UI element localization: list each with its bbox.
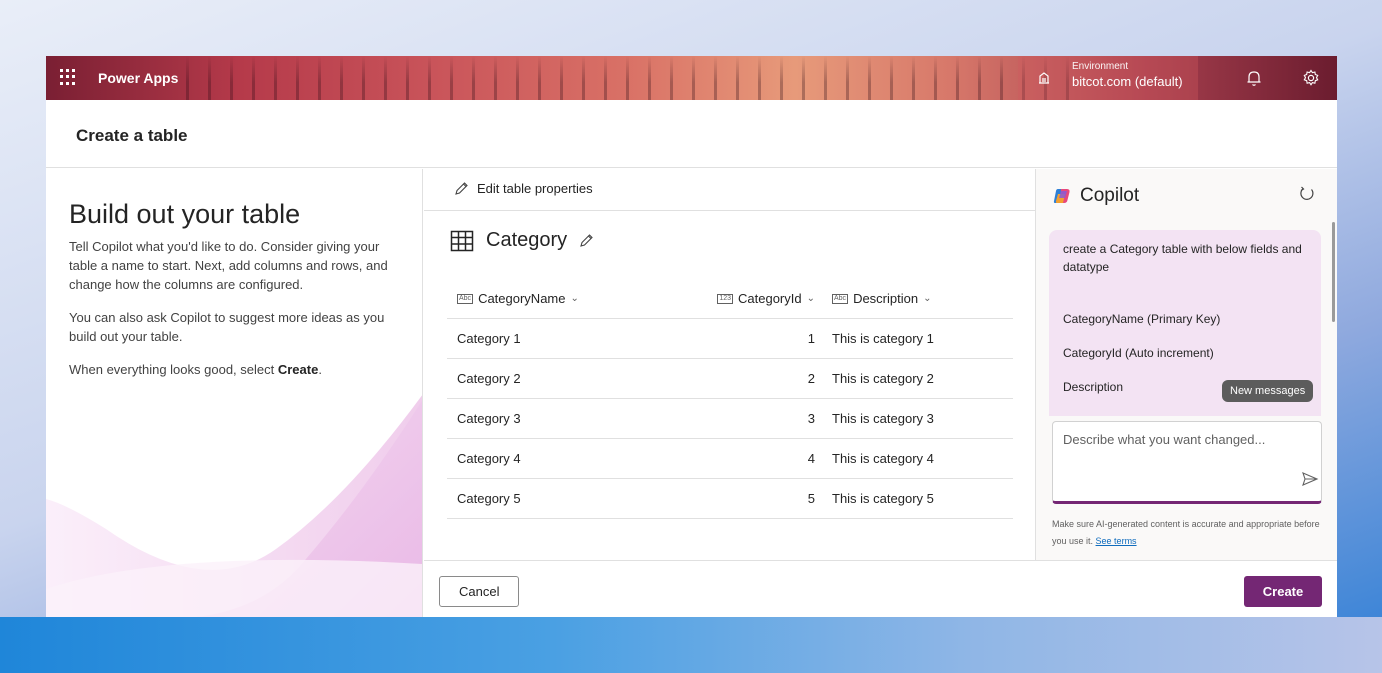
bell-icon[interactable] (1244, 68, 1264, 88)
new-messages-button[interactable]: New messages (1222, 380, 1314, 402)
background (0, 617, 1382, 673)
instructions-p3-suffix: . (318, 362, 322, 377)
instructions-paragraph-3: When everything looks good, select Creat… (69, 360, 404, 379)
instructions-paragraph-1: Tell Copilot what you'd like to do. Cons… (69, 239, 388, 292)
cell-categoryname[interactable]: Category 5 (447, 491, 703, 506)
cell-description[interactable]: This is category 3 (823, 411, 1013, 426)
text-type-icon: Abc (832, 293, 849, 304)
column-header-categoryname[interactable]: Abc CategoryName ⌄ (447, 291, 703, 306)
environment-label: Environment (1072, 61, 1129, 72)
edit-table-name-icon[interactable] (579, 233, 594, 248)
cell-categoryname[interactable]: Category 4 (447, 451, 703, 466)
cell-categoryid[interactable]: 5 (703, 491, 823, 506)
edit-table-properties-button[interactable]: Edit table properties (454, 181, 593, 196)
page-title-bar: Create a table (46, 100, 1337, 168)
create-button[interactable]: Create (1244, 576, 1322, 607)
instructions-paragraph-2: You can also ask Copilot to suggest more… (69, 310, 385, 344)
app-launcher-icon[interactable] (60, 69, 76, 85)
edit-table-properties-label: Edit table properties (477, 181, 593, 196)
cell-description[interactable]: This is category 2 (823, 371, 1013, 386)
data-grid: Abc CategoryName ⌄ 123 CategoryId ⌄ Abc … (447, 279, 1013, 519)
number-type-icon: 123 (717, 293, 734, 304)
cell-categoryid[interactable]: 4 (703, 451, 823, 466)
copilot-input-box (1052, 421, 1322, 504)
chevron-down-icon: ⌄ (806, 293, 815, 304)
table-title: Category (450, 229, 594, 252)
copilot-panel: Copilot create a Category table with bel… (1035, 169, 1337, 617)
message-line: CategoryName (Primary Key) (1063, 312, 1221, 326)
copilot-title: Copilot (1080, 185, 1140, 206)
table-row[interactable]: Category 2 2 This is category 2 (447, 359, 1013, 399)
table-row[interactable]: Category 4 4 This is category 4 (447, 439, 1013, 479)
footer-bar: Cancel Create (424, 560, 1337, 617)
column-header-description[interactable]: Abc Description ⌄ (823, 291, 1013, 306)
cell-categoryid[interactable]: 3 (703, 411, 823, 426)
copilot-logo-icon (1053, 189, 1070, 203)
instructions-p3-bold: Create (277, 362, 319, 377)
see-terms-link[interactable]: See terms (1096, 536, 1137, 546)
environment-value[interactable]: bitcot.com (default) (1072, 74, 1183, 89)
table-preview-panel: Edit table properties Category Abc Categ… (424, 169, 1035, 617)
text-type-icon: Abc (457, 293, 474, 304)
cell-categoryname[interactable]: Category 1 (447, 331, 703, 346)
column-header-categoryid[interactable]: 123 CategoryId ⌄ (703, 291, 823, 306)
column-header-label: CategoryId (738, 291, 802, 306)
ai-disclaimer: Make sure AI-generated content is accura… (1052, 516, 1327, 550)
cell-categoryname[interactable]: Category 3 (447, 411, 703, 426)
gear-icon[interactable] (1301, 68, 1321, 88)
table-icon (450, 230, 474, 251)
panel-heading: Build out your table (69, 199, 301, 229)
disclaimer-text: Make sure AI-generated content is accura… (1052, 519, 1320, 546)
instructions-panel: Build out your table Tell Copilot what y… (46, 169, 423, 617)
copilot-header: Copilot (1052, 185, 1139, 207)
pencil-icon (455, 182, 468, 195)
app-window: Power Apps Environment bitcot.com (defau… (46, 56, 1337, 617)
vertical-scrollbar[interactable] (1332, 222, 1335, 322)
header-banner-image (186, 56, 1086, 100)
message-line: Description (1063, 380, 1124, 394)
instructions-p3-prefix: When everything looks good, select (69, 362, 278, 377)
app-bar: Power Apps Environment bitcot.com (defau… (46, 56, 1337, 100)
table-name: Category (486, 229, 568, 251)
cell-description[interactable]: This is category 4 (823, 451, 1013, 466)
copilot-prompt-input[interactable] (1063, 432, 1311, 472)
cell-categoryid[interactable]: 1 (703, 331, 823, 346)
table-row[interactable]: Category 5 5 This is category 5 (447, 479, 1013, 519)
app-brand[interactable]: Power Apps (98, 70, 178, 86)
table-row[interactable]: Category 3 3 This is category 3 (447, 399, 1013, 439)
divider (424, 210, 1035, 211)
message-line: create a Category table with below field… (1063, 242, 1302, 274)
send-icon[interactable] (1301, 470, 1319, 488)
cancel-button[interactable]: Cancel (439, 576, 519, 607)
cell-categoryname[interactable]: Category 2 (447, 371, 703, 386)
chevron-down-icon: ⌄ (570, 293, 579, 304)
table-row[interactable]: Category 1 1 This is category 1 (447, 319, 1013, 359)
column-header-label: Description (853, 291, 919, 306)
page-title: Create a table (76, 126, 188, 145)
cell-description[interactable]: This is category 5 (823, 491, 1013, 506)
column-header-label: CategoryName (478, 291, 566, 306)
chevron-down-icon: ⌄ (923, 293, 932, 304)
cell-categoryid[interactable]: 2 (703, 371, 823, 386)
refresh-icon[interactable] (1298, 185, 1316, 203)
cell-description[interactable]: This is category 1 (823, 331, 1013, 346)
grid-header-row: Abc CategoryName ⌄ 123 CategoryId ⌄ Abc … (447, 279, 1013, 319)
environment-icon (1039, 72, 1049, 84)
message-line: CategoryId (Auto increment) (1063, 346, 1214, 360)
